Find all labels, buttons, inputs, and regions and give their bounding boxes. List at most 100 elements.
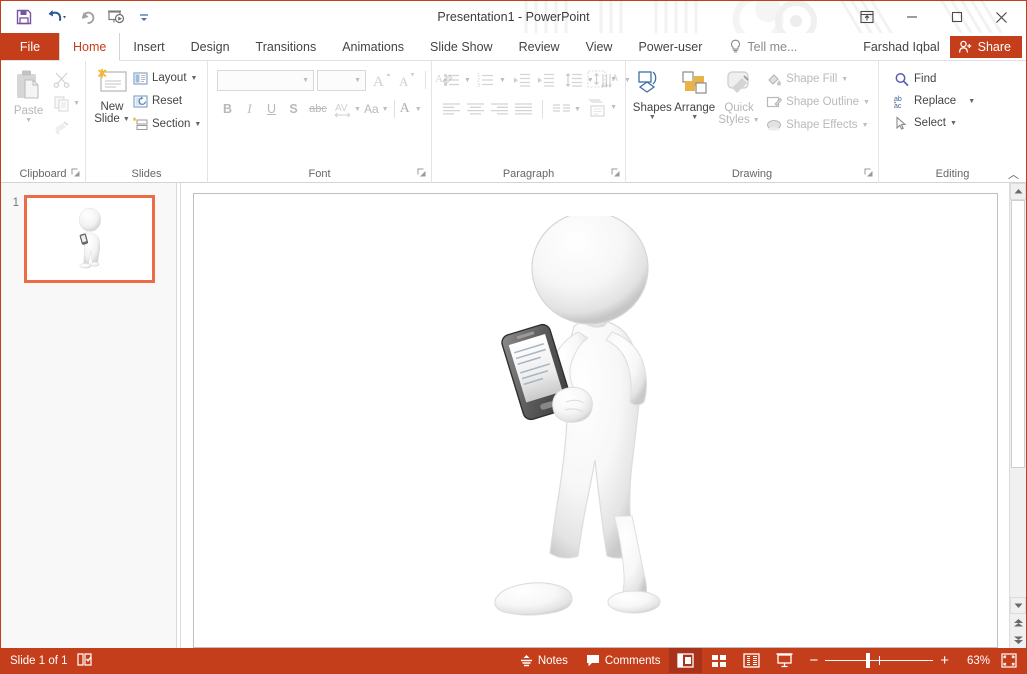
align-text-caret[interactable]: ▼ (610, 76, 617, 83)
convert-to-smartart-caret[interactable]: ▼ (610, 104, 617, 111)
bold-button[interactable]: B (217, 99, 238, 120)
zoom-in-button[interactable]: + (940, 653, 949, 668)
tab-file[interactable]: File (1, 33, 59, 60)
underline-button[interactable]: U (261, 99, 282, 120)
tab-home[interactable]: Home (59, 33, 120, 61)
font-dialog-launcher[interactable] (417, 168, 426, 180)
strikethrough-button[interactable]: abc (305, 99, 331, 120)
replace-button[interactable]: ab ac Replace ▼ (891, 90, 978, 112)
tab-design[interactable]: Design (178, 33, 243, 60)
format-painter-button[interactable] (50, 116, 73, 138)
line-spacing-button[interactable] (563, 69, 586, 91)
shapes-caret[interactable]: ▼ (649, 114, 656, 121)
tab-slide-show[interactable]: Slide Show (417, 33, 506, 60)
paste-dropdown-caret[interactable]: ▼ (25, 117, 32, 124)
decrease-indent-button[interactable] (511, 69, 534, 91)
undo-button[interactable] (39, 5, 73, 29)
italic-button[interactable]: I (239, 99, 260, 120)
bullets-button[interactable] (440, 69, 463, 91)
zoom-percentage[interactable]: 63% (956, 655, 990, 667)
close-button[interactable] (979, 1, 1024, 33)
shapes-button[interactable]: Shapes ▼ (632, 67, 673, 121)
font-size-caret[interactable]: ▼ (354, 77, 361, 84)
align-right-button[interactable] (488, 98, 511, 120)
minimize-button[interactable] (889, 1, 934, 33)
tab-review[interactable]: Review (506, 33, 573, 60)
align-left-button[interactable] (440, 98, 463, 120)
replace-caret[interactable]: ▼ (968, 98, 975, 105)
save-button[interactable] (11, 5, 37, 29)
redo-button[interactable] (75, 5, 101, 29)
vertical-scrollbar[interactable] (1009, 183, 1026, 648)
new-slide-button[interactable]: New Slide ▼ (94, 66, 130, 125)
slide-thumbnail-1[interactable] (24, 195, 155, 283)
decrease-font-size-button[interactable]: A (396, 69, 419, 91)
columns-caret[interactable]: ▼ (574, 106, 581, 113)
paragraph-dialog-launcher[interactable] (611, 168, 620, 180)
columns-button[interactable] (550, 98, 573, 120)
font-name-caret[interactable]: ▼ (302, 77, 309, 84)
quick-styles-caret[interactable]: ▼ (753, 117, 760, 124)
reset-button[interactable]: Reset (130, 90, 204, 112)
reading-view-button[interactable] (735, 648, 768, 673)
increase-font-size-button[interactable]: A (371, 69, 394, 91)
slide-show-view-button[interactable] (768, 648, 801, 673)
character-spacing-caret[interactable]: ▼ (354, 106, 361, 113)
zoom-out-button[interactable]: − (809, 653, 818, 668)
ribbon-display-options-button[interactable] (844, 1, 889, 33)
increase-indent-button[interactable] (535, 69, 558, 91)
slide-canvas[interactable] (193, 193, 998, 648)
font-name-input[interactable]: ▼ (217, 70, 314, 91)
tab-insert[interactable]: Insert (120, 33, 177, 60)
copy-dropdown-caret[interactable]: ▼ (73, 100, 80, 107)
cut-button[interactable] (50, 68, 73, 90)
zoom-slider-handle[interactable] (866, 653, 870, 668)
shape-fill-caret[interactable]: ▼ (841, 76, 848, 83)
customize-qat-button[interactable] (131, 5, 157, 29)
slide-indicator[interactable]: Slide 1 of 1 (10, 655, 68, 667)
scroll-down-button[interactable] (1010, 597, 1026, 614)
start-slideshow-button[interactable] (103, 5, 129, 29)
shape-effects-caret[interactable]: ▼ (862, 122, 869, 129)
scroll-up-button[interactable] (1010, 183, 1026, 200)
shape-fill-button[interactable]: Shape Fill ▼ (763, 68, 873, 90)
change-case-caret[interactable]: ▼ (382, 106, 389, 113)
change-case-button[interactable]: Aa (364, 102, 379, 116)
shape-outline-caret[interactable]: ▼ (863, 99, 870, 106)
slide-figure-image[interactable] (466, 216, 726, 616)
shape-outline-button[interactable]: Shape Outline ▼ (763, 91, 873, 113)
zoom-slider[interactable] (825, 648, 933, 673)
font-color-caret[interactable]: ▼ (415, 106, 422, 113)
numbering-caret[interactable]: ▼ (499, 77, 506, 84)
convert-to-smartart-button[interactable] (584, 95, 610, 120)
font-size-input[interactable]: ▼ (317, 70, 366, 91)
accessibility-checker-button[interactable] (77, 652, 94, 670)
collapse-ribbon-button[interactable]: ︿ (1008, 166, 1019, 182)
select-caret[interactable]: ▼ (950, 120, 957, 127)
scrollbar-thumb[interactable] (1011, 200, 1025, 468)
notes-button[interactable]: Notes (511, 648, 577, 673)
tab-power-user[interactable]: Power-user (625, 33, 715, 60)
normal-view-button[interactable] (669, 648, 702, 673)
text-shadow-button[interactable]: S (283, 99, 304, 120)
clipboard-dialog-launcher[interactable] (71, 168, 80, 180)
section-button[interactable]: Section ▼ (130, 113, 204, 135)
next-slide-button[interactable] (1010, 631, 1026, 648)
align-center-button[interactable] (464, 98, 487, 120)
quick-styles-button[interactable]: Quick Styles ▼ (717, 67, 761, 126)
scrollbar-track[interactable] (1010, 200, 1026, 597)
numbering-button[interactable]: 1 2 3 (475, 69, 498, 91)
tab-animations[interactable]: Animations (329, 33, 417, 60)
layout-dropdown-caret[interactable]: ▼ (191, 75, 198, 82)
share-button[interactable]: Share (950, 36, 1022, 58)
comments-button[interactable]: Comments (577, 648, 670, 673)
new-slide-dropdown-caret[interactable]: ▼ (123, 116, 130, 123)
bullets-caret[interactable]: ▼ (464, 77, 471, 84)
arrange-button[interactable]: Arrange ▼ (673, 67, 717, 121)
tab-transitions[interactable]: Transitions (243, 33, 330, 60)
tab-view[interactable]: View (573, 33, 626, 60)
layout-button[interactable]: Layout ▼ (130, 67, 204, 89)
paste-button[interactable]: Paste ▼ (7, 66, 50, 124)
font-color-button[interactable]: A (400, 101, 410, 117)
drawing-dialog-launcher[interactable] (864, 168, 873, 180)
